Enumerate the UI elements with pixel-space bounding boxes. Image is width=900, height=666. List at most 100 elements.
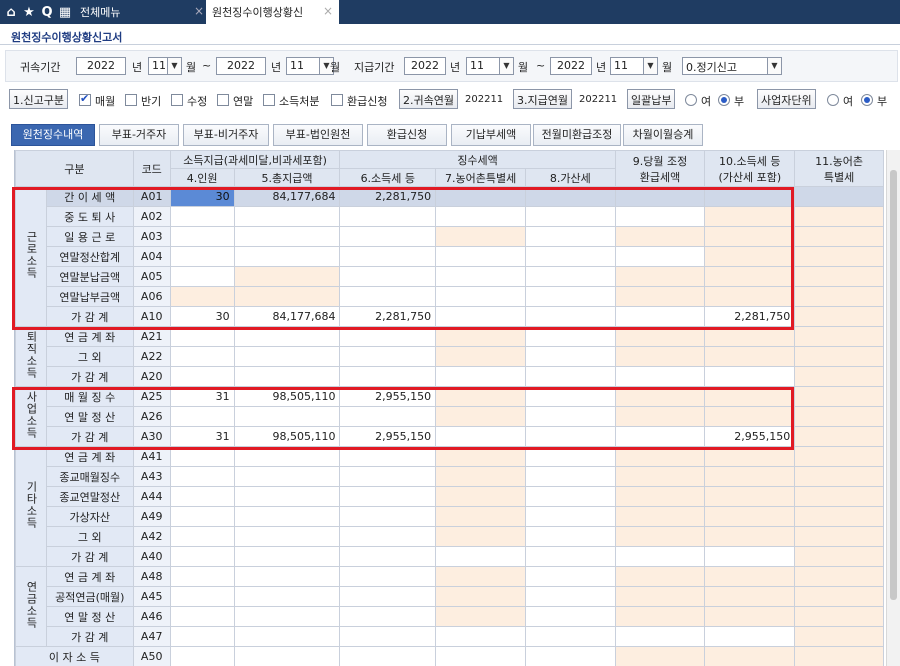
cell-penalty[interactable] xyxy=(525,506,616,527)
table-row[interactable]: 가상자산 A49 xyxy=(16,506,884,527)
cell-payable-tax[interactable] xyxy=(704,546,796,567)
tab-carryover[interactable]: 차월이월승계 xyxy=(623,124,703,146)
cell-rural-tax[interactable] xyxy=(435,226,527,247)
cell-rural-tax[interactable] xyxy=(435,286,527,307)
table-row[interactable]: 공적연금(매월) A45 xyxy=(16,586,884,607)
cell-rural-tax[interactable] xyxy=(435,246,527,267)
cell-penalty[interactable] xyxy=(525,326,616,347)
cell-total-pay[interactable] xyxy=(233,206,341,227)
cell-people[interactable] xyxy=(169,606,235,627)
table-row[interactable]: 중 도 퇴 사 A02 xyxy=(16,206,884,227)
cell-penalty[interactable] xyxy=(525,306,616,327)
cell-income-tax[interactable]: 2,955,150 xyxy=(339,426,437,447)
cell-income-tax[interactable]: 2,281,750 xyxy=(339,306,437,327)
cell-income-tax[interactable] xyxy=(339,246,437,267)
table-row[interactable]: 그 외 A42 xyxy=(16,526,884,547)
tab-prepaid-tax[interactable]: 기납부세액 xyxy=(451,124,531,146)
tab-withholding-report[interactable]: 원천징수이행상황신 × xyxy=(206,0,339,24)
table-row[interactable]: 퇴직소득 연 금 계 좌 A21 xyxy=(15,326,884,387)
cell-income-tax[interactable] xyxy=(339,286,437,307)
cell-total-pay[interactable] xyxy=(233,606,341,627)
cell-penalty[interactable] xyxy=(525,646,616,666)
cell-penalty[interactable] xyxy=(525,466,616,487)
cell-income-tax[interactable] xyxy=(339,506,437,527)
refund-apply-checkbox[interactable] xyxy=(331,94,343,106)
cell-adjust-refund[interactable] xyxy=(614,406,706,427)
cell-income-tax[interactable] xyxy=(339,526,437,547)
cell-people[interactable] xyxy=(169,566,235,587)
cell-payable-tax[interactable] xyxy=(704,346,796,367)
pay-from-year-input[interactable]: 2022 xyxy=(404,57,446,75)
cell-income-tax[interactable] xyxy=(339,446,437,467)
bulk-yes-radio[interactable] xyxy=(685,94,697,106)
scrollbar-thumb[interactable] xyxy=(890,170,897,600)
cell-people[interactable] xyxy=(169,526,235,547)
cell-payable-tax[interactable] xyxy=(704,286,796,307)
cell-people[interactable] xyxy=(169,626,235,647)
cell-income-tax[interactable] xyxy=(339,566,437,587)
year-end-checkbox[interactable] xyxy=(217,94,229,106)
bulk-payment-button[interactable]: 일괄납부 xyxy=(627,89,676,109)
tab-all-menu[interactable]: 전체메뉴 × xyxy=(74,0,206,24)
cell-income-tax[interactable]: 2,955,150 xyxy=(339,386,437,407)
cell-rural-payable[interactable] xyxy=(794,446,884,467)
cell-income-tax[interactable] xyxy=(339,546,437,567)
cell-penalty[interactable] xyxy=(525,586,616,607)
business-unit-button[interactable]: 사업자단위 xyxy=(757,89,816,109)
cell-payable-tax[interactable]: 2,955,150 xyxy=(704,426,796,447)
cell-adjust-refund[interactable] xyxy=(614,306,706,327)
cell-rural-tax[interactable] xyxy=(435,186,527,207)
tab-prev-refund[interactable]: 전월미환급조정 xyxy=(533,124,621,146)
cell-people[interactable] xyxy=(169,466,235,487)
tab-resident[interactable]: 부표-거주자 xyxy=(99,124,179,146)
menu-grid-icon[interactable]: ▦ xyxy=(56,0,74,24)
table-row[interactable]: 기타소득 연 금 계 좌 A41 xyxy=(15,446,884,567)
cell-adjust-refund[interactable] xyxy=(614,566,706,587)
cell-people[interactable] xyxy=(169,586,235,607)
cell-rural-tax[interactable] xyxy=(435,546,527,567)
cell-rural-tax[interactable] xyxy=(435,506,527,527)
cell-rural-tax[interactable] xyxy=(435,266,527,287)
cell-total-pay[interactable] xyxy=(233,226,341,247)
cell-people[interactable]: 31 xyxy=(169,426,235,447)
cell-people[interactable] xyxy=(169,326,235,347)
cell-rural-tax[interactable] xyxy=(435,606,527,627)
cell-adjust-refund[interactable] xyxy=(614,446,706,467)
cell-penalty[interactable] xyxy=(525,206,616,227)
table-row[interactable]: 가 감 계 A20 xyxy=(16,366,884,387)
cell-payable-tax[interactable]: 2,281,750 xyxy=(704,306,796,327)
cell-payable-tax[interactable] xyxy=(704,186,796,207)
cell-payable-tax[interactable] xyxy=(704,606,796,627)
table-row[interactable]: 연 말 정 산 A46 xyxy=(16,606,884,627)
cell-rural-payable[interactable] xyxy=(794,526,884,547)
cell-total-pay[interactable] xyxy=(233,446,341,467)
pay-to-month-select[interactable]: 11 ▼ xyxy=(610,57,658,75)
cell-payable-tax[interactable] xyxy=(704,646,796,666)
cell-people[interactable] xyxy=(169,406,235,427)
cell-income-tax[interactable]: 2,281,750 xyxy=(339,186,437,207)
cell-rural-tax[interactable] xyxy=(435,366,527,387)
attr-ym-button[interactable]: 2.귀속연월 xyxy=(399,89,458,109)
cell-payable-tax[interactable] xyxy=(704,486,796,507)
monthly-checkbox[interactable] xyxy=(79,92,91,106)
cell-rural-tax[interactable] xyxy=(435,526,527,547)
cell-income-tax[interactable] xyxy=(339,366,437,387)
tab-refund[interactable]: 환급신청 xyxy=(367,124,447,146)
cell-rural-tax[interactable] xyxy=(435,586,527,607)
cell-penalty[interactable] xyxy=(525,526,616,547)
cell-people[interactable]: 30 xyxy=(169,306,235,327)
cell-penalty[interactable] xyxy=(525,226,616,247)
cell-total-pay[interactable] xyxy=(233,346,341,367)
cell-total-pay[interactable] xyxy=(233,366,341,387)
cell-penalty[interactable] xyxy=(525,446,616,467)
cell-adjust-refund[interactable] xyxy=(614,246,706,267)
cell-total-pay[interactable] xyxy=(233,466,341,487)
cell-income-tax[interactable] xyxy=(339,206,437,227)
cell-people[interactable] xyxy=(169,366,235,387)
cell-total-pay[interactable] xyxy=(233,406,341,427)
cell-people[interactable] xyxy=(169,206,235,227)
cell-penalty[interactable] xyxy=(525,406,616,427)
cell-rural-tax[interactable] xyxy=(435,626,527,647)
cell-adjust-refund[interactable] xyxy=(614,486,706,507)
cell-adjust-refund[interactable] xyxy=(614,626,706,647)
